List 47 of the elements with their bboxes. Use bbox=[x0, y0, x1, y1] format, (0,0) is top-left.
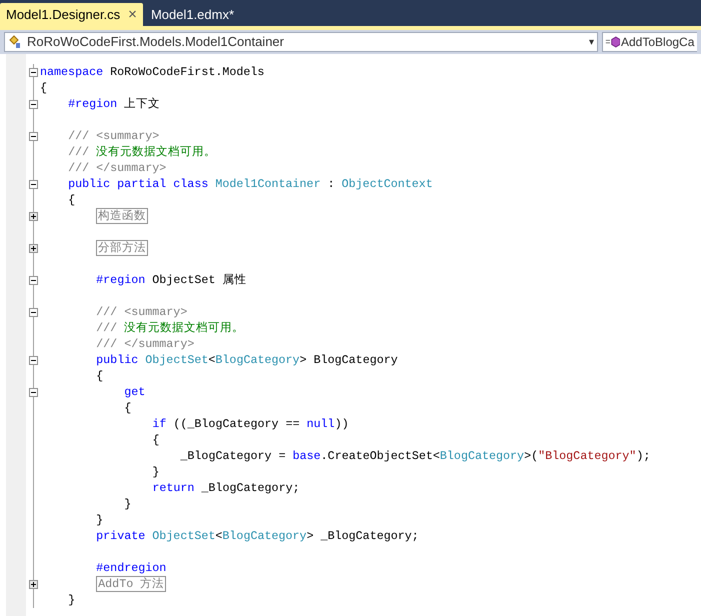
dropdown-arrow[interactable]: ▾ bbox=[589, 34, 594, 50]
expand-icon[interactable] bbox=[29, 212, 38, 220]
collapsed-region[interactable]: AddTo 方法 bbox=[96, 576, 166, 592]
code-line: _BlogCategory = base.CreateObjectSet<BlogCategory>("BlogCategory"); bbox=[180, 448, 650, 464]
collapse-icon[interactable] bbox=[29, 388, 38, 396]
collapse-icon[interactable] bbox=[29, 276, 38, 284]
code-line: /// 没有元数据文档可用。 bbox=[96, 320, 244, 336]
code-line: namespace RoRoWoCodeFirst.Models bbox=[40, 64, 264, 80]
navigation-dropdown[interactable]: AddToBlogCa bbox=[602, 32, 697, 52]
code-line: private ObjectSet<BlogCategory> _BlogCategory; bbox=[96, 528, 419, 544]
code-line: if ((_BlogCategory == null)) bbox=[152, 416, 349, 432]
code-line: { bbox=[68, 192, 76, 208]
navigation-dropdown[interactable]: RoRoWoCodeFirst.Models.Model1Container ▾ bbox=[4, 32, 598, 52]
code-line: } bbox=[68, 592, 76, 608]
code-line: } bbox=[96, 512, 104, 528]
code-line: #region 上下文 bbox=[68, 96, 160, 112]
code-line: } bbox=[124, 496, 132, 512]
expand-icon[interactable] bbox=[29, 244, 38, 252]
collapse-icon[interactable] bbox=[29, 68, 38, 76]
code-line: /// <summary> bbox=[96, 304, 188, 320]
code-line: public ObjectSet<BlogCategory> BlogCategory bbox=[96, 352, 398, 368]
editor-tab[interactable]: Model1.Designer.cs × bbox=[0, 3, 143, 26]
collapsed-region[interactable]: 构造函数 bbox=[96, 208, 148, 224]
collapse-icon[interactable] bbox=[29, 308, 38, 316]
code-line: /// <summary> bbox=[68, 128, 160, 144]
collapse-icon[interactable] bbox=[29, 356, 38, 364]
close-button[interactable]: × bbox=[128, 7, 137, 22]
code-line: { bbox=[96, 368, 104, 384]
code-line: #region ObjectSet 属性 bbox=[96, 272, 246, 288]
collapse-icon[interactable] bbox=[29, 132, 38, 140]
code-line: /// 没有元数据文档可用。 bbox=[68, 144, 216, 160]
editor-tab[interactable]: Model1.edmx* bbox=[144, 3, 240, 26]
code-line: get bbox=[124, 384, 146, 400]
code-line: return _BlogCategory; bbox=[152, 480, 300, 496]
code-line: /// </summary> bbox=[68, 160, 166, 176]
code-line: public partial class Model1Container : ObjectContext bbox=[68, 176, 433, 192]
code-line: { bbox=[152, 432, 160, 448]
code-line: { bbox=[40, 80, 48, 96]
code-line: /// </summary> bbox=[96, 336, 194, 352]
collapse-icon[interactable] bbox=[29, 180, 38, 188]
code-line: } bbox=[152, 464, 160, 480]
expand-icon[interactable] bbox=[29, 580, 38, 588]
code-line: { bbox=[124, 400, 132, 416]
code-line: #endregion bbox=[96, 560, 166, 576]
collapse-icon[interactable] bbox=[29, 100, 38, 108]
method-icon bbox=[605, 36, 620, 48]
collapsed-region[interactable]: 分部方法 bbox=[96, 240, 148, 256]
